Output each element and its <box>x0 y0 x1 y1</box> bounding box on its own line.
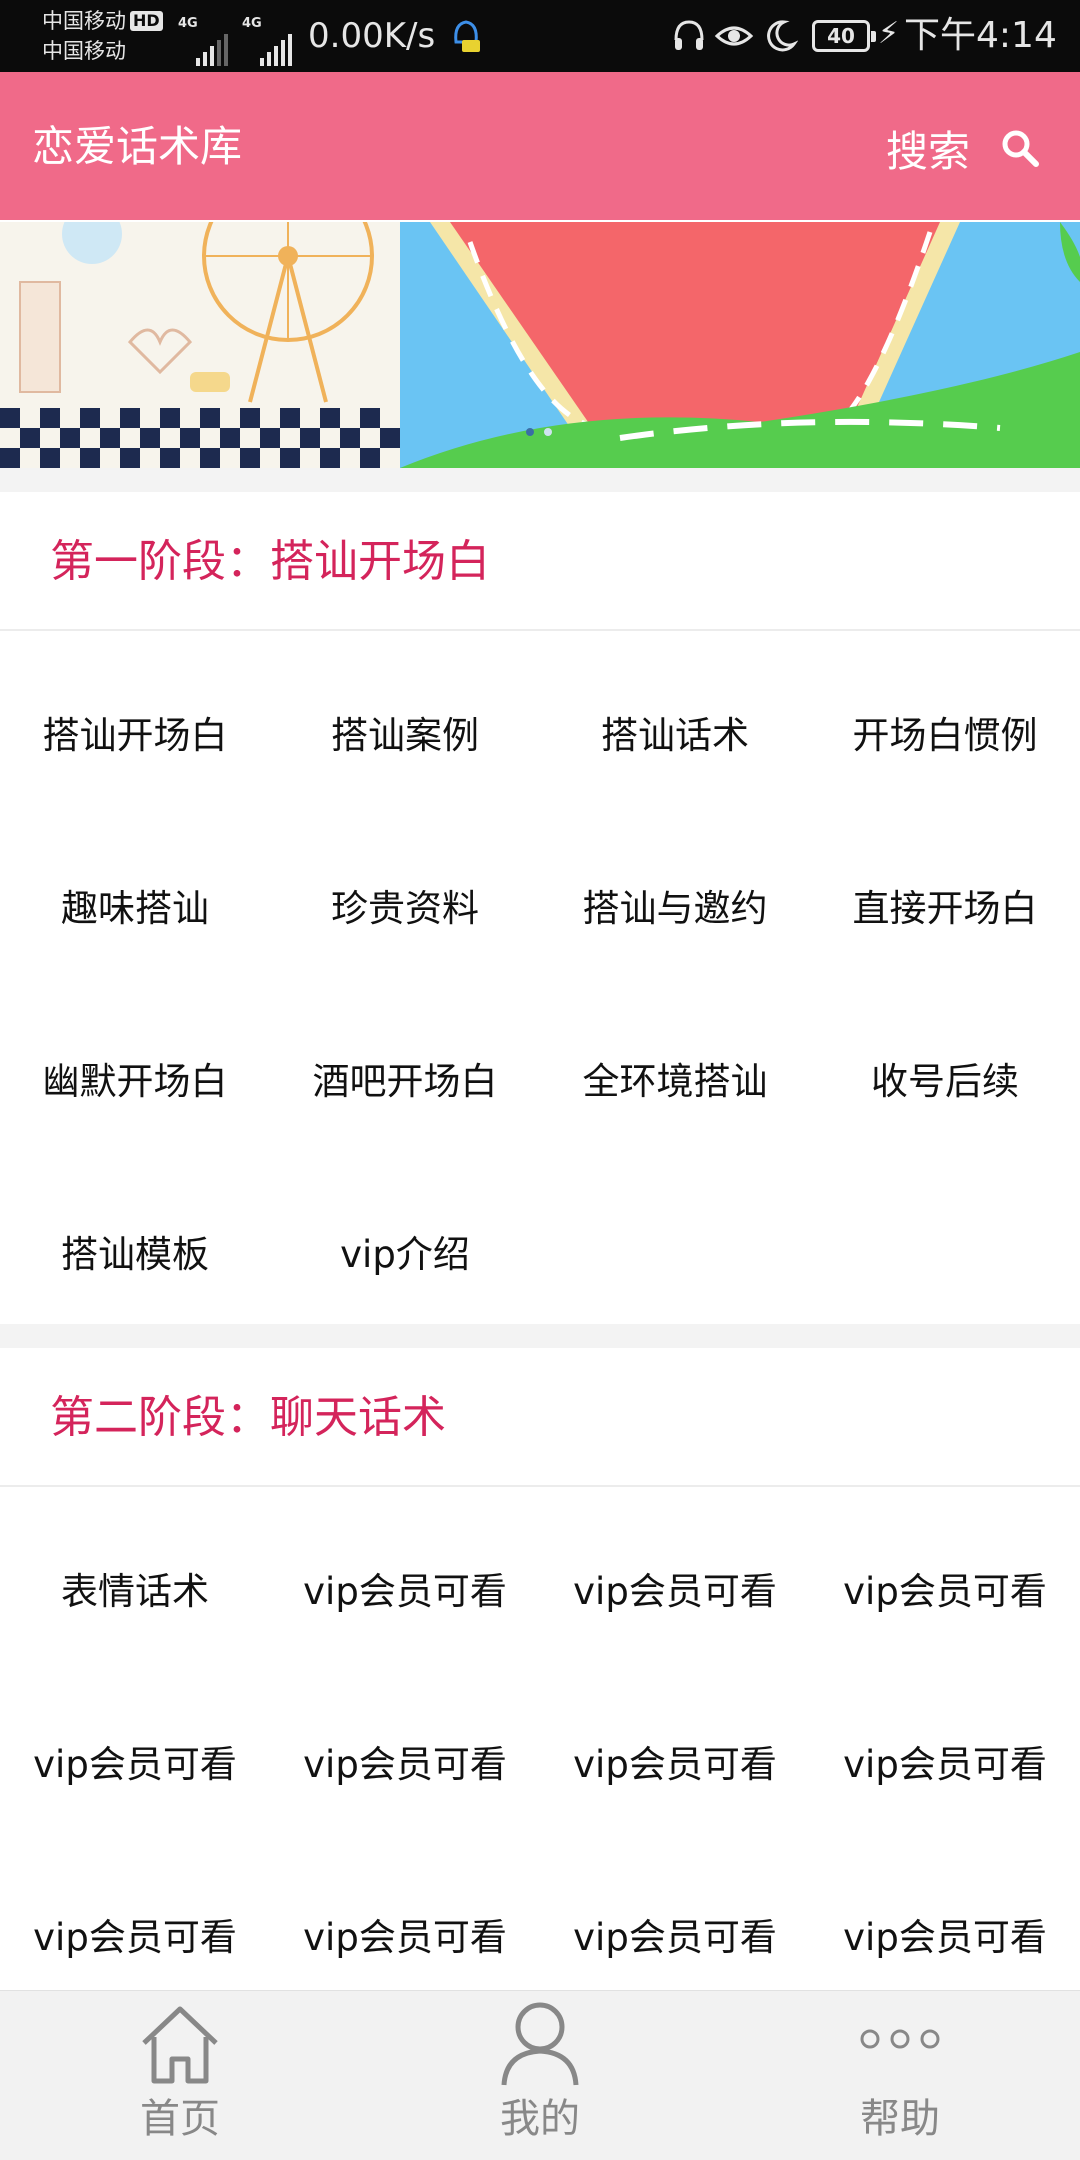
nav-help[interactable]: 帮助 <box>720 1991 1080 2160</box>
divider <box>0 629 1080 631</box>
nav-home[interactable]: 首页 <box>0 1991 360 2160</box>
category-item[interactable]: vip会员可看 <box>270 1501 540 1674</box>
charging-icon: ⚡ <box>878 16 900 51</box>
nav-mine[interactable]: 我的 <box>360 1991 720 2160</box>
status-time: 下午4:14 <box>904 15 1057 56</box>
category-item[interactable]: 幽默开场白 <box>0 991 270 1164</box>
section-gap <box>0 1324 1080 1348</box>
carousel-dot-active[interactable] <box>526 428 534 436</box>
category-item[interactable]: 珍贵资料 <box>270 818 540 991</box>
category-item[interactable]: 搭讪案例 <box>270 645 540 818</box>
nav-help-label: 帮助 <box>860 2096 940 2142</box>
category-item[interactable]: 搭讪话术 <box>540 645 810 818</box>
carrier-1: 中国移动 <box>42 9 126 33</box>
category-item[interactable]: 搭讪与邀约 <box>540 818 810 991</box>
home-icon <box>142 2006 218 2084</box>
carousel-dot[interactable] <box>544 428 552 436</box>
search-icon <box>1002 130 1040 167</box>
eye-comfort-icon <box>714 26 754 46</box>
divider <box>0 1485 1080 1487</box>
category-item[interactable]: vip介绍 <box>270 1164 540 1337</box>
net-speed: 0.00K/s <box>308 16 436 56</box>
page-title: 恋爱话术库 <box>32 122 243 171</box>
category-item[interactable]: vip会员可看 <box>270 1674 540 1847</box>
section-1-grid: 搭讪开场白 搭讪案例 搭讪话术 开场白惯例趣味搭讪 珍贵资料 搭讪与邀约 直接开场白幽默开场… <box>0 645 1080 1337</box>
bottom-nav: 首页 我的 帮助 <box>0 1990 1080 2160</box>
category-item[interactable]: vip会员可看 <box>0 1674 270 1847</box>
banner-image <box>0 222 1080 468</box>
section-2-grid: 表情话术 vip会员可看 vip会员可看 vip会员可看 vip会员可看 vip会员可看 v… <box>0 1501 1080 2020</box>
category-item[interactable]: 收号后续 <box>810 991 1080 1164</box>
section-1-title: 第一阶段：搭讪开场白 <box>50 536 490 587</box>
more-icon <box>860 2029 940 2049</box>
nav-home-label: 首页 <box>140 2096 220 2142</box>
carrier-2: 中国移动 <box>42 39 126 63</box>
category-item[interactable]: vip会员可看 <box>810 1501 1080 1674</box>
qq-notification-icon <box>454 20 480 52</box>
section-gap <box>0 468 1080 492</box>
user-icon <box>501 2002 579 2086</box>
section-2-title: 第二阶段：聊天话术 <box>50 1392 446 1443</box>
category-item[interactable]: 搭讪模板 <box>0 1164 270 1337</box>
headphones-icon <box>674 20 704 50</box>
category-item[interactable]: 开场白惯例 <box>810 645 1080 818</box>
category-item[interactable]: 趣味搭讪 <box>0 818 270 991</box>
app-header: 恋爱话术库 搜索 <box>0 72 1080 220</box>
category-item[interactable]: vip会员可看 <box>540 1674 810 1847</box>
nav-mine-label: 我的 <box>500 2096 580 2142</box>
carrier-info: 中国移动 HD 中国移动 <box>42 6 163 66</box>
search-label: 搜索 <box>886 126 971 176</box>
category-item[interactable]: vip会员可看 <box>810 1674 1080 1847</box>
banner-carousel[interactable] <box>0 220 1080 468</box>
category-item[interactable]: 全环境搭讪 <box>540 991 810 1164</box>
category-item[interactable]: 酒吧开场白 <box>270 991 540 1164</box>
status-bar: 中国移动 HD 中国移动 4G 4G 0.00K/s 40 ⚡ 下午4:14 <box>0 0 1080 72</box>
hd-badge: HD <box>130 11 163 31</box>
category-item[interactable]: 直接开场白 <box>810 818 1080 991</box>
category-item[interactable]: vip会员可看 <box>540 1501 810 1674</box>
category-item[interactable]: 搭讪开场白 <box>0 645 270 818</box>
battery-indicator: 40 <box>812 20 876 52</box>
moon-icon <box>767 20 798 52</box>
search-button[interactable]: 搜索 <box>886 120 1040 176</box>
category-item[interactable]: 表情话术 <box>0 1501 270 1674</box>
